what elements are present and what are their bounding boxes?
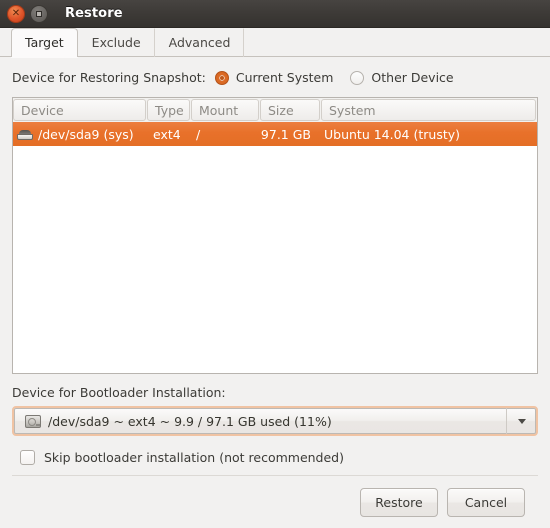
- cell-device-text: /dev/sda9 (sys): [38, 126, 134, 142]
- restore-button[interactable]: Restore: [360, 487, 438, 517]
- cell-system: Ubuntu 14.04 (trusty): [324, 126, 461, 142]
- disk-icon: [17, 129, 33, 140]
- bootloader-device-dropdown[interactable]: /dev/sda9 ~ ext4 ~ 9.9 / 97.1 GB used (1…: [12, 406, 538, 436]
- device-list-header: Device Type Mount Size System: [13, 98, 537, 122]
- maximize-window-button[interactable]: [30, 4, 48, 23]
- column-header-device[interactable]: Device: [13, 99, 146, 121]
- bootloader-device-value-wrap: /dev/sda9 ~ ext4 ~ 9.9 / 97.1 GB used (1…: [14, 414, 506, 429]
- column-header-system[interactable]: System: [321, 99, 536, 121]
- tab-target-label: Target: [25, 35, 64, 50]
- column-header-type[interactable]: Type: [147, 99, 190, 121]
- tab-target[interactable]: Target: [11, 28, 78, 57]
- cell-size: 97.1 GB: [260, 126, 311, 142]
- column-header-mount[interactable]: Mount: [191, 99, 259, 121]
- restore-window: ✕ Restore Target Exclude Advanced Device…: [0, 0, 550, 528]
- table-row[interactable]: /dev/sda9 (sys) ext4 / 97.1 GB Ubuntu 14…: [13, 122, 537, 146]
- dialog-action-bar: Restore Cancel: [12, 475, 538, 528]
- cancel-button[interactable]: Cancel: [447, 487, 525, 517]
- skip-bootloader-checkbox[interactable]: [20, 450, 35, 465]
- cell-type: ext4: [153, 126, 181, 142]
- target-tab-panel: Device for Restoring Snapshot: Current S…: [0, 57, 550, 528]
- close-window-button[interactable]: ✕: [7, 4, 25, 23]
- tab-advanced-label: Advanced: [168, 35, 231, 50]
- restore-button-label: Restore: [375, 494, 423, 510]
- dropdown-toggle[interactable]: [506, 408, 536, 434]
- bootloader-label: Device for Bootloader Installation:: [12, 385, 226, 400]
- skip-bootloader-label: Skip bootloader installation (not recomm…: [44, 450, 344, 465]
- window-titlebar: ✕ Restore: [0, 0, 550, 28]
- tab-advanced[interactable]: Advanced: [155, 28, 245, 57]
- tab-exclude[interactable]: Exclude: [78, 28, 155, 57]
- restore-device-label: Device for Restoring Snapshot:: [12, 70, 206, 85]
- radio-current-system[interactable]: Current System: [214, 70, 334, 85]
- radio-current-system-indicator[interactable]: [214, 70, 229, 85]
- skip-bootloader-row[interactable]: Skip bootloader installation (not recomm…: [12, 450, 538, 465]
- cancel-button-label: Cancel: [464, 494, 508, 510]
- hard-drive-icon: [25, 414, 41, 428]
- column-header-size[interactable]: Size: [260, 99, 320, 121]
- restore-device-row: Device for Restoring Snapshot: Current S…: [12, 68, 538, 87]
- maximize-icon: [36, 10, 42, 17]
- tab-bar: Target Exclude Advanced: [0, 28, 550, 57]
- radio-current-system-label: Current System: [235, 70, 334, 85]
- device-list[interactable]: Device Type Mount Size System /dev/sda9 …: [12, 97, 538, 374]
- radio-other-device[interactable]: Other Device: [350, 70, 454, 85]
- chevron-down-icon: [517, 418, 526, 424]
- radio-other-device-label: Other Device: [371, 70, 454, 85]
- cell-mount: /: [196, 126, 201, 142]
- radio-other-device-indicator[interactable]: [350, 70, 365, 85]
- tab-exclude-label: Exclude: [91, 35, 141, 50]
- close-icon: ✕: [11, 7, 21, 19]
- cell-device: /dev/sda9 (sys): [13, 127, 146, 142]
- window-title: Restore: [65, 6, 123, 21]
- bootloader-device-value: /dev/sda9 ~ ext4 ~ 9.9 / 97.1 GB used (1…: [48, 413, 332, 429]
